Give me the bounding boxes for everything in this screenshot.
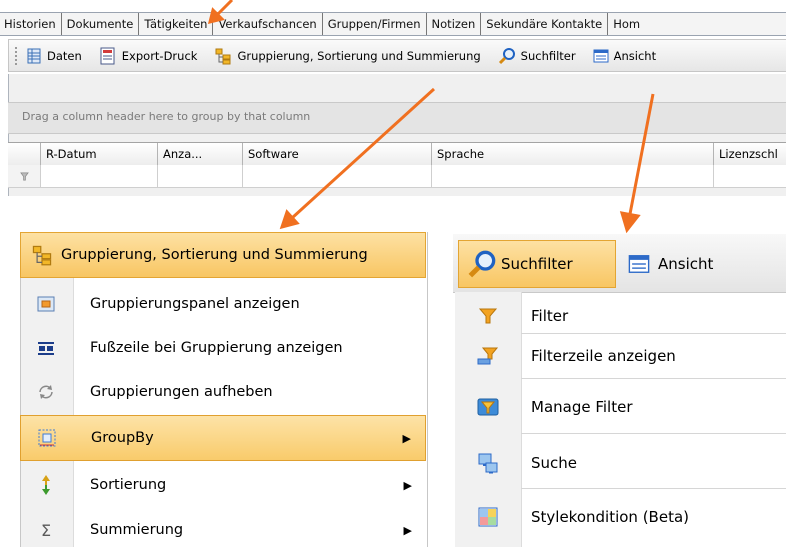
menu-item-suche[interactable]: Suche — [455, 444, 786, 482]
suchfilter-button[interactable]: Suchfilter — [498, 47, 576, 65]
menu-item-label: Gruppierungspanel anzeigen — [90, 296, 300, 312]
view-window-icon — [593, 49, 609, 62]
toolbar-grip[interactable] — [15, 46, 20, 65]
data-table-icon — [27, 48, 41, 63]
daten-label: Daten — [47, 48, 82, 63]
submenu-arrow-icon: ▶ — [403, 523, 412, 537]
magnifier-icon — [498, 47, 515, 64]
menu-separator — [521, 378, 786, 379]
filter-cell-software[interactable] — [243, 165, 432, 187]
menu-item-label: Gruppierungen aufheben — [90, 384, 273, 400]
menu-item-label: GroupBy — [91, 430, 154, 446]
ansicht-button[interactable]: Ansicht — [593, 48, 656, 64]
manage-filter-icon — [477, 398, 499, 416]
suchfilter-menu-button[interactable]: Suchfilter — [458, 240, 616, 288]
row-indicator-header — [8, 143, 41, 166]
menu-item-label: Fußzeile bei Gruppierung anzeigen — [90, 340, 343, 356]
tab-gruppen-firmen[interactable]: Gruppen/Firmen — [323, 13, 427, 35]
export-druck-label: Export-Druck — [121, 48, 198, 63]
menu-item-fusszeile[interactable]: Fußzeile bei Gruppierung anzeigen — [20, 326, 426, 370]
menu-item-filterzeile-anzeigen[interactable]: Filterzeile anzeigen — [455, 340, 786, 372]
menu-item-label: Manage Filter — [531, 398, 633, 416]
column-header-r-datum[interactable]: R-Datum — [41, 143, 158, 166]
gruppierung-label: Gruppierung, Sortierung und Summierung — [237, 48, 481, 63]
suchfilter-menu-label: Suchfilter — [501, 255, 573, 273]
filter-funnel-icon — [19, 172, 29, 180]
menu-item-label: Stylekondition (Beta) — [531, 508, 689, 526]
sum-icon: Σ — [40, 520, 52, 540]
sort-icon — [42, 475, 50, 495]
export-druck-button[interactable]: Export-Druck — [99, 47, 198, 65]
menu-item-gruppierungspanel[interactable]: Gruppierungspanel anzeigen — [20, 282, 426, 326]
search-computer-icon — [478, 453, 498, 474]
column-header-sprache[interactable]: Sprache — [432, 143, 714, 166]
annotation-arrowhead-grouping — [279, 209, 300, 230]
gruppierung-menu-title: Gruppierung, Sortierung und Summierung — [61, 247, 368, 263]
ungroup-icon — [39, 385, 53, 399]
tab-home[interactable]: Hom — [608, 13, 645, 35]
menu-item-label: Sortierung — [90, 477, 167, 493]
menu-item-gruppierungen-aufheben[interactable]: Gruppierungen aufheben — [20, 370, 426, 414]
filter-row-indicator — [8, 165, 41, 187]
tab-notizen[interactable]: Notizen — [427, 13, 482, 35]
menu-item-stylekondition[interactable]: Stylekondition (Beta) — [455, 498, 786, 536]
column-header-software[interactable]: Software — [243, 143, 432, 166]
menu-item-label: Filterzeile anzeigen — [531, 347, 676, 365]
column-header-lizenzschluessel[interactable]: Lizenzschl — [714, 143, 786, 166]
groupby-icon — [38, 429, 56, 447]
column-header-row: R-Datum Anza... Software Sprache Lizenzs… — [8, 142, 786, 167]
menu-item-sortierung[interactable]: Sortierung ▶ — [20, 463, 426, 507]
toolbar: Daten Export-Druck Gruppierung, Sortieru… — [8, 39, 786, 72]
filter-cell-lizenzschluessel[interactable] — [714, 165, 786, 187]
menu-item-label: Summierung — [90, 522, 184, 538]
tab-taetigkeiten[interactable]: Tätigkeiten — [139, 13, 214, 35]
ansicht-label: Ansicht — [613, 48, 657, 63]
submenu-arrow-icon: ▶ — [403, 478, 412, 492]
grouping-tree-icon — [215, 48, 231, 64]
magnifier-icon — [468, 250, 496, 278]
column-header-anzahl[interactable]: Anza... — [158, 143, 243, 166]
menu-separator — [521, 333, 786, 334]
ansicht-menu-button[interactable]: Ansicht — [628, 248, 713, 280]
group-panel-hint: Drag a column header here to group by th… — [22, 110, 311, 123]
filter-cell-r-datum[interactable] — [41, 165, 158, 187]
filter-icon — [478, 308, 498, 324]
tab-dokumente[interactable]: Dokumente — [62, 13, 140, 35]
menu-item-manage-filter[interactable]: Manage Filter — [455, 388, 786, 426]
style-condition-icon — [478, 507, 498, 527]
menu-item-summierung[interactable]: Σ Summierung ▶ — [20, 508, 426, 552]
menu-item-groupby[interactable]: GroupBy ▶ — [20, 415, 426, 461]
filter-row-icon — [477, 347, 499, 365]
export-print-icon — [100, 47, 115, 64]
group-panel-icon — [37, 296, 55, 312]
filter-row — [8, 165, 786, 188]
gruppierung-menu-button[interactable]: Gruppierung, Sortierung und Summierung — [20, 232, 426, 278]
daten-button[interactable]: Daten — [26, 48, 82, 64]
submenu-arrow-icon: ▶ — [402, 431, 411, 445]
tab-bar: Historien Dokumente Tätigkeiten Verkaufs… — [0, 12, 786, 36]
filter-cell-sprache[interactable] — [432, 165, 714, 187]
menu-item-label: Filter — [531, 307, 569, 325]
menu-separator — [521, 488, 786, 489]
menu-item-label: Suche — [531, 454, 578, 472]
menu-separator — [521, 433, 786, 434]
gruppierung-button[interactable]: Gruppierung, Sortierung und Summierung — [214, 47, 481, 65]
menu-item-filter[interactable]: Filter — [455, 300, 786, 332]
filter-cell-anzahl[interactable] — [158, 165, 243, 187]
tab-verkaufschancen[interactable]: Verkaufschancen — [213, 13, 323, 35]
ansicht-menu-label: Ansicht — [658, 255, 714, 273]
grouping-tree-icon — [32, 245, 52, 266]
footer-icon — [38, 342, 54, 355]
tab-sekundaere-kontakte[interactable]: Sekundäre Kontakte — [481, 13, 609, 35]
suchfilter-label: Suchfilter — [520, 48, 576, 63]
tab-historien[interactable]: Historien — [0, 13, 62, 35]
view-window-icon — [628, 255, 650, 273]
annotation-arrowhead-suchfilter — [619, 211, 641, 234]
